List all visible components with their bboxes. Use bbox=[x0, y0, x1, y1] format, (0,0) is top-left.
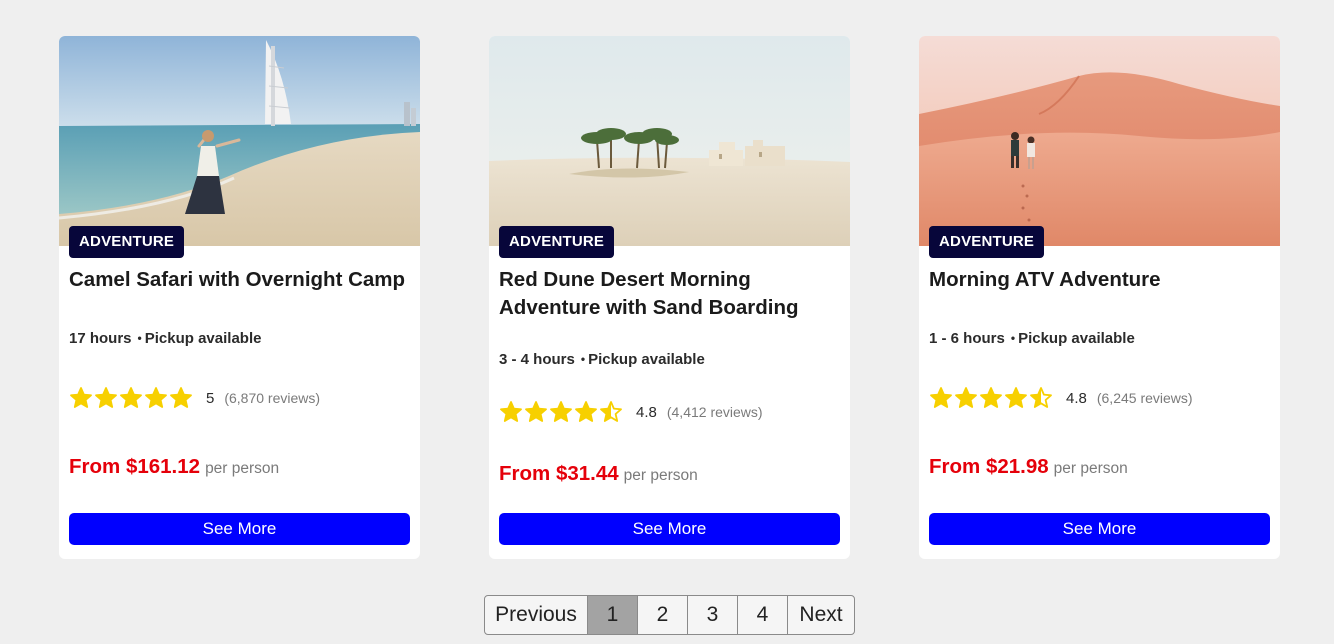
next-page-button[interactable]: Next bbox=[787, 595, 855, 635]
tour-meta: 3 - 4 hours • Pickup available bbox=[499, 351, 705, 368]
rating: 4.8 (6,245 reviews) bbox=[929, 386, 1193, 410]
duration-text: 3 - 4 hours bbox=[499, 351, 575, 368]
pickup-text: Pickup available bbox=[144, 330, 262, 347]
category-badge: ADVENTURE bbox=[499, 226, 615, 258]
separator-dot: • bbox=[580, 352, 586, 366]
price-unit: per person bbox=[205, 460, 280, 477]
star-full-icon bbox=[550, 401, 572, 422]
price: From $21.98 per person bbox=[929, 455, 1128, 479]
price-amount: From $161.12 bbox=[69, 455, 201, 478]
star-full-icon bbox=[930, 387, 952, 408]
tour-meta: 1 - 6 hours • Pickup available bbox=[929, 330, 1135, 347]
star-full-icon bbox=[170, 387, 192, 408]
star-full-icon bbox=[575, 401, 597, 422]
tour-meta: 17 hours • Pickup available bbox=[69, 330, 261, 347]
review-count: (6,245 reviews) bbox=[1096, 390, 1193, 406]
review-count: (4,412 reviews) bbox=[666, 404, 763, 420]
page-2-button[interactable]: 2 bbox=[637, 595, 688, 635]
price-amount: From $21.98 bbox=[929, 455, 1049, 478]
pagination: Previous 1 2 3 4 Next bbox=[484, 595, 855, 635]
page-1-button[interactable]: 1 bbox=[587, 595, 638, 635]
star-full-icon bbox=[525, 401, 547, 422]
duration-text: 17 hours bbox=[69, 330, 132, 347]
see-more-button[interactable]: See More bbox=[929, 513, 1270, 545]
see-more-button[interactable]: See More bbox=[69, 513, 410, 545]
star-full-icon bbox=[955, 387, 977, 408]
star-full-icon bbox=[95, 387, 117, 408]
price-amount: From $31.44 bbox=[499, 462, 619, 485]
price-unit: per person bbox=[623, 467, 698, 484]
see-more-button[interactable]: See More bbox=[499, 513, 840, 545]
star-half-icon bbox=[1030, 387, 1052, 408]
tour-image-red-dunes[interactable] bbox=[919, 36, 1280, 246]
previous-page-button[interactable]: Previous bbox=[484, 595, 588, 635]
page-4-button[interactable]: 4 bbox=[737, 595, 788, 635]
price: From $161.12 per person bbox=[69, 455, 279, 479]
pickup-text: Pickup available bbox=[588, 351, 705, 368]
tour-title[interactable]: Red Dune Desert Morning Adventure with S… bbox=[499, 266, 844, 322]
tour-card: ADVENTURE Camel Safari with Overnight Ca… bbox=[59, 36, 420, 559]
rating-value: 4.8 bbox=[636, 403, 657, 421]
tour-title[interactable]: Morning ATV Adventure bbox=[929, 266, 1274, 294]
rating: 5 (6,870 reviews) bbox=[69, 386, 320, 410]
star-rating bbox=[929, 386, 1053, 410]
separator-dot: • bbox=[1010, 331, 1016, 345]
tour-title[interactable]: Camel Safari with Overnight Camp bbox=[69, 266, 414, 294]
tour-image-oasis[interactable] bbox=[489, 36, 850, 246]
category-badge: ADVENTURE bbox=[69, 226, 185, 258]
star-rating bbox=[499, 400, 623, 424]
star-half-icon bbox=[600, 401, 622, 422]
star-full-icon bbox=[980, 387, 1002, 408]
star-full-icon bbox=[70, 387, 92, 408]
star-rating bbox=[69, 386, 193, 410]
rating-value: 5 bbox=[206, 389, 215, 407]
tour-image-beach[interactable] bbox=[59, 36, 420, 246]
separator-dot: • bbox=[137, 331, 142, 345]
page-3-button[interactable]: 3 bbox=[687, 595, 738, 635]
category-badge: ADVENTURE bbox=[929, 226, 1045, 258]
price-unit: per person bbox=[1053, 460, 1128, 477]
price: From $31.44 per person bbox=[499, 462, 698, 486]
rating-value: 4.8 bbox=[1066, 389, 1087, 407]
duration-text: 1 - 6 hours bbox=[929, 330, 1005, 347]
rating: 4.8 (4,412 reviews) bbox=[499, 400, 763, 424]
star-full-icon bbox=[500, 401, 522, 422]
review-count: (6,870 reviews) bbox=[224, 390, 321, 406]
tour-card: ADVENTURE Morning ATV Adventure 1 - 6 ho… bbox=[919, 36, 1280, 559]
star-full-icon bbox=[145, 387, 167, 408]
tour-card: ADVENTURE Red Dune Desert Morning Advent… bbox=[489, 36, 850, 559]
pickup-text: Pickup available bbox=[1018, 330, 1135, 347]
star-full-icon bbox=[120, 387, 142, 408]
tour-listing-page: ADVENTURE Camel Safari with Overnight Ca… bbox=[0, 0, 1334, 644]
star-full-icon bbox=[1005, 387, 1027, 408]
